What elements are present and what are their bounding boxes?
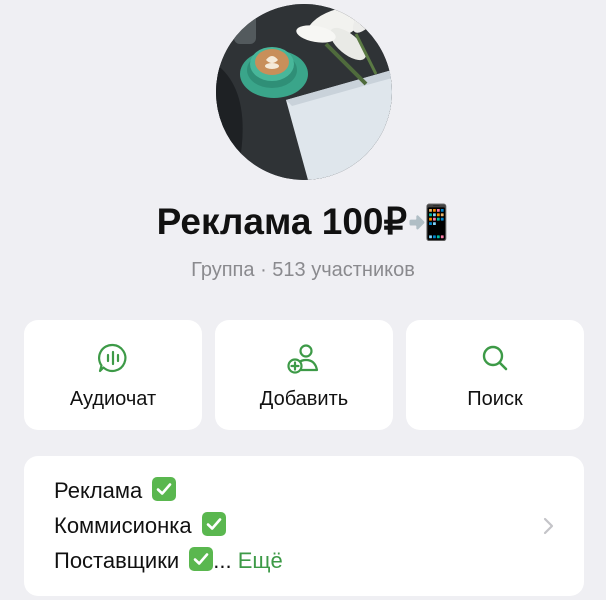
- check-mark-icon: [201, 512, 226, 536]
- group-description-card[interactable]: Реклама Коммисионка Поставщики ... Ещё: [24, 456, 584, 596]
- action-buttons: Аудиочат Добавить Поиск: [24, 320, 584, 430]
- audio-chat-icon: [24, 342, 202, 374]
- description-line: Реклама: [54, 474, 177, 508]
- add-user-icon: [215, 342, 393, 374]
- description-line: Коммисионка: [54, 509, 226, 543]
- group-avatar[interactable]: [216, 4, 392, 180]
- audio-chat-label: Аудиочат: [69, 388, 157, 410]
- group-title-text: Реклама 100₽: [156, 201, 408, 242]
- description-line-text: Реклама: [54, 478, 143, 503]
- add-member-label: Добавить: [259, 388, 349, 410]
- search-icon: [406, 342, 584, 374]
- audio-chat-button[interactable]: Аудиочат: [24, 320, 202, 430]
- check-mark-icon: [189, 547, 214, 571]
- check-mark-icon: [152, 477, 177, 501]
- phone-arrow-emoji: 📲: [407, 203, 450, 243]
- group-subtitle: Группа · 513 участников: [191, 259, 415, 281]
- description-ellipsis: ...: [213, 548, 232, 573]
- chevron-right-icon: [542, 514, 556, 538]
- description-line-text: Коммисионка: [54, 513, 192, 538]
- add-member-button[interactable]: Добавить: [215, 320, 393, 430]
- search-label: Поиск: [467, 388, 523, 410]
- show-more-link[interactable]: Ещё: [238, 548, 283, 573]
- description-line: Поставщики ... Ещё: [54, 544, 283, 578]
- description-line-text: Поставщики: [54, 548, 180, 573]
- search-button[interactable]: Поиск: [406, 320, 584, 430]
- group-title: Реклама 100₽📲: [0, 198, 606, 247]
